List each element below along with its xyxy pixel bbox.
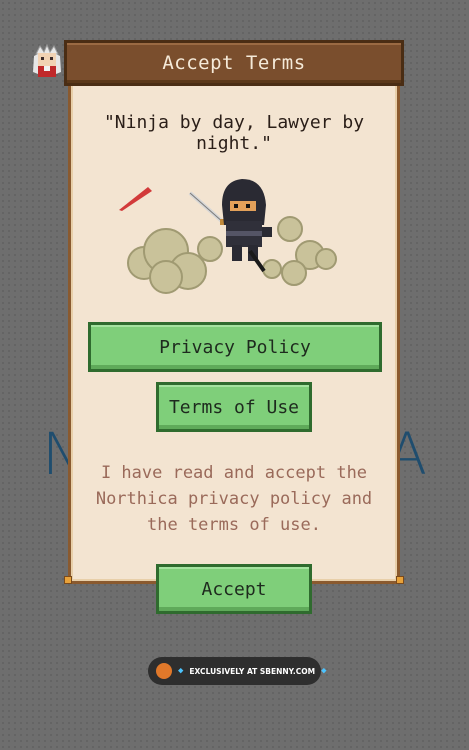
diamond-icon: ◆ <box>178 666 184 676</box>
dialog-title: Accept Terms <box>162 52 306 74</box>
sbenny-logo-icon <box>156 663 172 679</box>
player-avatar-icon[interactable] <box>30 43 64 78</box>
privacy-policy-button[interactable]: Privacy Policy <box>88 322 382 372</box>
watermark-badge: ◆ EXCLUSIVELY AT SBENNY.COM ◆ <box>148 657 327 685</box>
dialog-quote: "Ninja by day, Lawyer by night." <box>103 112 365 154</box>
dialog-title-bar: Accept Terms <box>64 40 404 86</box>
terms-of-use-button[interactable]: Terms of Use <box>156 382 312 432</box>
diamond-icon: ◆ <box>321 666 327 676</box>
panel-corner-bottom-left <box>64 576 72 584</box>
ninja-illustration <box>119 179 337 294</box>
smoke-cloud-right <box>262 216 337 286</box>
accept-button[interactable]: Accept <box>156 564 312 614</box>
smoke-cloud-left <box>127 228 223 294</box>
ninja-figure <box>222 179 272 273</box>
accept-terms-dialog: Accept Terms "Ninja by day, Lawyer by ni… <box>64 40 404 614</box>
watermark-text: EXCLUSIVELY AT SBENNY.COM <box>189 666 316 676</box>
consent-text: I have read and accept the Northica priv… <box>95 463 373 535</box>
panel-corner-bottom-right <box>396 576 404 584</box>
red-feather <box>119 187 152 211</box>
